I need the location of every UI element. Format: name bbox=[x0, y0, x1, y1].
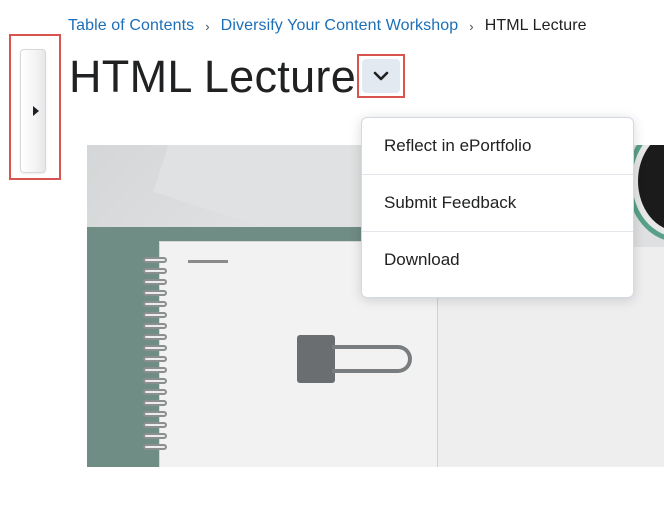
menu-item-submit-feedback[interactable]: Submit Feedback bbox=[362, 175, 633, 232]
breadcrumb-chevron-icon: › bbox=[469, 18, 474, 34]
menu-item-download[interactable]: Download bbox=[362, 232, 633, 288]
expand-navigation-button[interactable] bbox=[20, 49, 46, 173]
breadcrumb-current: HTML Lecture bbox=[484, 17, 587, 34]
title-options-menu: Reflect in ePortfolio Submit Feedback Do… bbox=[361, 117, 634, 298]
breadcrumb: Table of Contents › Diversify Your Conte… bbox=[68, 15, 587, 37]
title-options-button[interactable] bbox=[362, 59, 400, 93]
menu-item-reflect-in-eportfolio[interactable]: Reflect in ePortfolio bbox=[362, 118, 633, 175]
caret-right-icon bbox=[33, 106, 39, 116]
breadcrumb-chevron-icon: › bbox=[205, 18, 210, 34]
spiral-binding bbox=[143, 257, 173, 467]
coffee-mug bbox=[632, 145, 664, 237]
breadcrumb-link-table-of-contents[interactable]: Table of Contents bbox=[68, 17, 194, 35]
dropdown-highlight-box bbox=[357, 54, 405, 98]
breadcrumb-link-workshop[interactable]: Diversify Your Content Workshop bbox=[221, 17, 459, 35]
chevron-down-icon bbox=[373, 71, 389, 81]
page-title: HTML Lecture bbox=[69, 51, 357, 102]
binder-clip bbox=[297, 335, 335, 383]
